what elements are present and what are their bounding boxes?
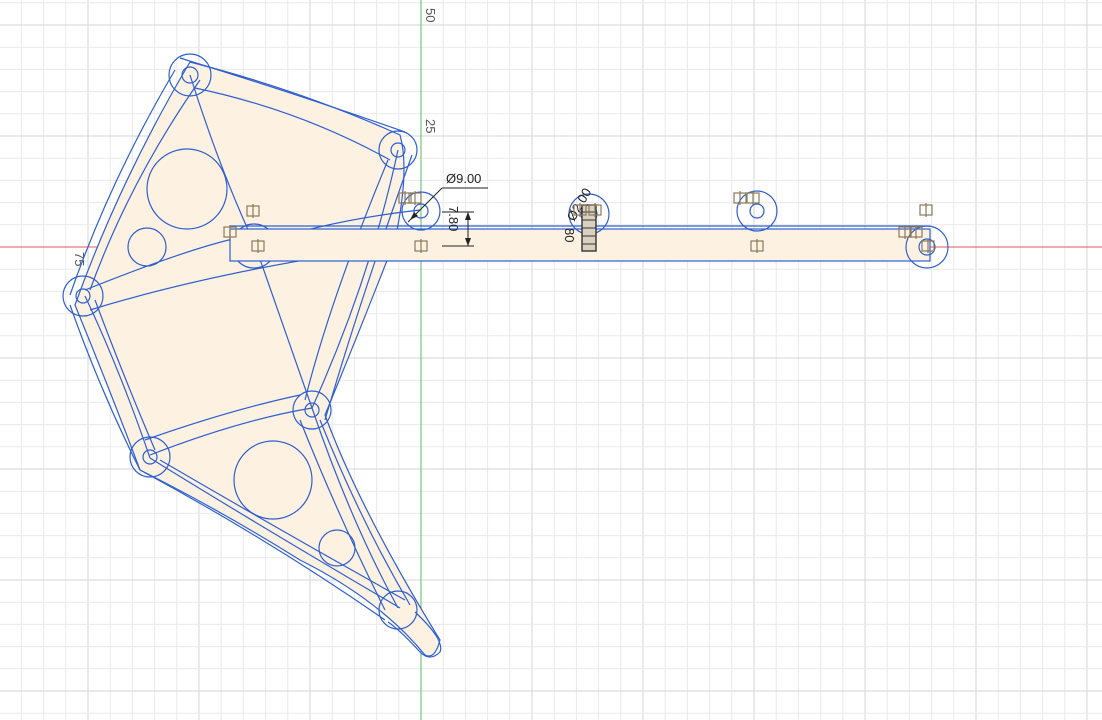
vertical-dimension-780-label: 7.80 bbox=[446, 206, 461, 231]
coincident-constraint-icon[interactable] bbox=[746, 191, 760, 205]
coincident-constraint-icon[interactable] bbox=[733, 191, 747, 205]
diameter-dimension-label: Ø9.00 bbox=[446, 171, 481, 186]
coincident-constraint-icon[interactable] bbox=[919, 203, 933, 217]
link-bar[interactable] bbox=[229, 228, 931, 262]
plate-profile[interactable] bbox=[74, 61, 441, 657]
ruler-label-y-25: 25 bbox=[423, 119, 438, 133]
ruler-label-y-50: 50 bbox=[423, 8, 438, 22]
sketch-canvas[interactable]: 50 25 75 50 25 bbox=[0, 0, 1102, 720]
vertical-dimension-80-label: 80 bbox=[562, 228, 577, 242]
